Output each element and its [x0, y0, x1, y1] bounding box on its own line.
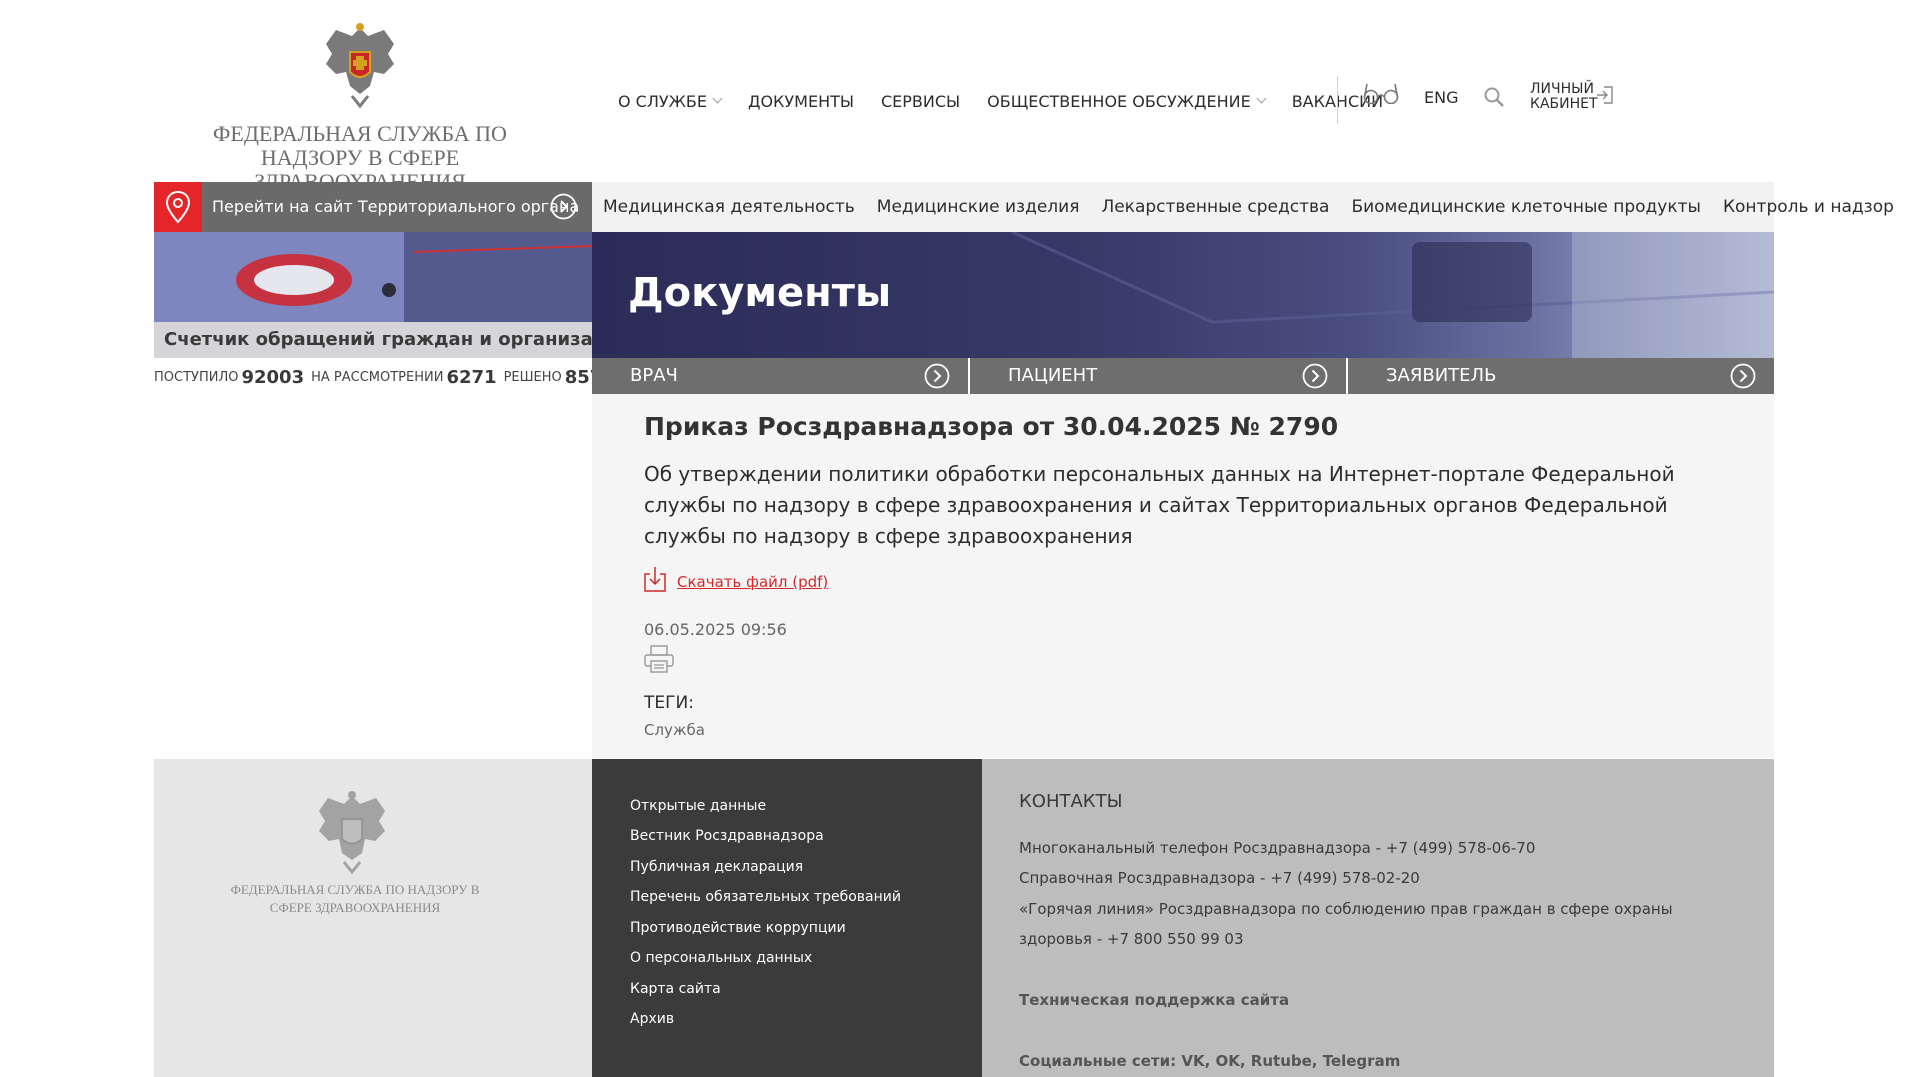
contact-multichannel-phone: Многоканальный телефон Росздравнадзора -…: [1019, 839, 1536, 857]
nav-documents[interactable]: ДОКУМЕНТЫ: [748, 92, 854, 111]
main-nav: О СЛУЖБЕ ДОКУМЕНТЫ СЕРВИСЫ ОБЩЕСТВЕННОЕ …: [618, 88, 1410, 114]
document-title: Приказ Росздравнадзора от 30.04.2025 № 2…: [644, 412, 1339, 441]
contact-hotline-number: здоровья - +7 800 550 99 03: [1019, 930, 1244, 948]
role-applicant[interactable]: ЗАЯВИТЕЛЬ: [1348, 358, 1774, 394]
footer-link-personal-data[interactable]: О персональных данных: [630, 950, 812, 966]
arrow-right-circle-icon: [924, 363, 950, 389]
location-pin-button[interactable]: [154, 182, 202, 232]
cabinet-line2: КАБИНЕТ: [1530, 96, 1598, 112]
footer-link-public-declaration[interactable]: Публичная декларация: [630, 859, 803, 875]
nav-about[interactable]: О СЛУЖБЕ: [618, 91, 723, 111]
arrow-right-circle-icon: [1302, 363, 1328, 389]
role-applicant-label: ЗАЯВИТЕЛЬ: [1386, 365, 1497, 386]
page-title: Документы: [628, 270, 892, 316]
location-pin-icon: [165, 190, 191, 224]
nav-public-discussion[interactable]: ОБЩЕСТВЕННОЕ ОБСУЖДЕНИЕ: [987, 91, 1267, 111]
nav-services[interactable]: СЕРВИСЫ: [881, 92, 960, 111]
document-description: Об утверждении политики обработки персон…: [644, 462, 1675, 548]
tag-item[interactable]: Служба: [644, 721, 705, 739]
chevron-down-icon: [1256, 93, 1267, 104]
counter-title[interactable]: Счетчик обращений граждан и организаций: [164, 329, 631, 350]
left-column: [154, 394, 592, 758]
contact-hotline: «Горячая линия» Росздравнадзора по соблю…: [1019, 900, 1673, 918]
footer-link-anticorruption[interactable]: Противодействие коррупции: [630, 920, 846, 936]
contact-reference-phone: Справочная Росздравнадзора - +7 (499) 57…: [1019, 869, 1420, 887]
download-pdf-link[interactable]: Скачать файл (pdf): [677, 573, 828, 591]
review-label: на рассмотрении: [311, 369, 444, 385]
print-icon[interactable]: [644, 645, 674, 673]
footer-link-sitemap[interactable]: Карта сайта: [630, 981, 721, 997]
login-icon[interactable]: [1596, 86, 1614, 104]
subnav-medical-activity[interactable]: Медицинская деятельность: [603, 197, 855, 217]
nav-divider: [1337, 76, 1338, 124]
footer-link-archive[interactable]: Архив: [630, 1011, 674, 1027]
footer-link-requirements[interactable]: Перечень обязательных требований: [630, 889, 901, 905]
appeals-counter: поступило 92003 на рассмотрении 6271 реш…: [154, 362, 627, 392]
tech-support-link[interactable]: Техническая поддержка сайта: [1019, 991, 1289, 1009]
footer-link-open-data[interactable]: Открытые данные: [630, 798, 766, 814]
eagle-emblem-icon[interactable]: [322, 22, 398, 108]
received-count: 92003: [241, 366, 305, 388]
search-icon[interactable]: [1483, 86, 1505, 108]
personal-cabinet-link[interactable]: ЛИЧНЫЙ КАБИНЕТ: [1530, 82, 1598, 112]
accessibility-glasses-icon[interactable]: [1362, 82, 1400, 104]
territorial-link-label: Перейти на сайт Территориального органа: [212, 197, 580, 216]
review-count: 6271: [446, 366, 497, 388]
subnav-control-supervision[interactable]: Контроль и надзор: [1723, 197, 1894, 217]
subnav-medicines[interactable]: Лекарственные средства: [1101, 197, 1329, 217]
footer-logo-text: ФЕДЕРАЛЬНАЯ СЛУЖБА ПО НАДЗОРУ В СФЕРЕ ЗД…: [230, 882, 480, 915]
nav-about-label: О СЛУЖБЕ: [618, 91, 707, 111]
social-networks[interactable]: Социальные сети: VK, OK, Rutube, Telegra…: [1019, 1052, 1400, 1070]
nav-services-label: СЕРВИСЫ: [881, 91, 961, 111]
document-date: 06.05.2025 09:56: [644, 620, 787, 639]
sub-nav: Медицинская деятельность Медицинские изд…: [603, 197, 1914, 217]
chevron-down-icon: [712, 93, 723, 104]
nav-public-discussion-label: ОБЩЕСТВЕННОЕ ОБСУЖДЕНИЕ: [987, 91, 1251, 111]
role-patient[interactable]: ПАЦИЕНТ: [970, 358, 1346, 394]
subnav-biomedical-products[interactable]: Биомедицинские клеточные продукты: [1351, 197, 1701, 217]
arrow-right-circle-icon[interactable]: [550, 193, 577, 220]
counter-banner-image: [154, 232, 592, 322]
download-icon[interactable]: [644, 566, 666, 592]
contacts-title: КОНТАКТЫ: [1019, 791, 1123, 812]
role-doctor-label: ВРАЧ: [630, 365, 678, 386]
received-label: поступило: [154, 369, 239, 385]
nav-documents-label: ДОКУМЕНТЫ: [747, 91, 854, 111]
site-logo-text[interactable]: ФЕДЕРАЛЬНАЯ СЛУЖБА ПО НАДЗОРУ В СФЕРЕ ЗД…: [205, 122, 515, 182]
role-patient-label: ПАЦИЕНТ: [1008, 365, 1098, 386]
footer-link-bulletin[interactable]: Вестник Росздравнадзора: [630, 828, 824, 844]
cabinet-line1: ЛИЧНЫЙ: [1530, 81, 1594, 97]
tags-label: ТЕГИ:: [644, 693, 694, 713]
solved-label: решено: [503, 369, 562, 385]
subnav-medical-devices[interactable]: Медицинские изделия: [877, 197, 1080, 217]
language-switch-eng[interactable]: ENG: [1424, 88, 1458, 107]
role-doctor[interactable]: ВРАЧ: [592, 358, 968, 394]
arrow-right-circle-icon: [1730, 363, 1756, 389]
eagle-emblem-icon: [319, 791, 385, 874]
